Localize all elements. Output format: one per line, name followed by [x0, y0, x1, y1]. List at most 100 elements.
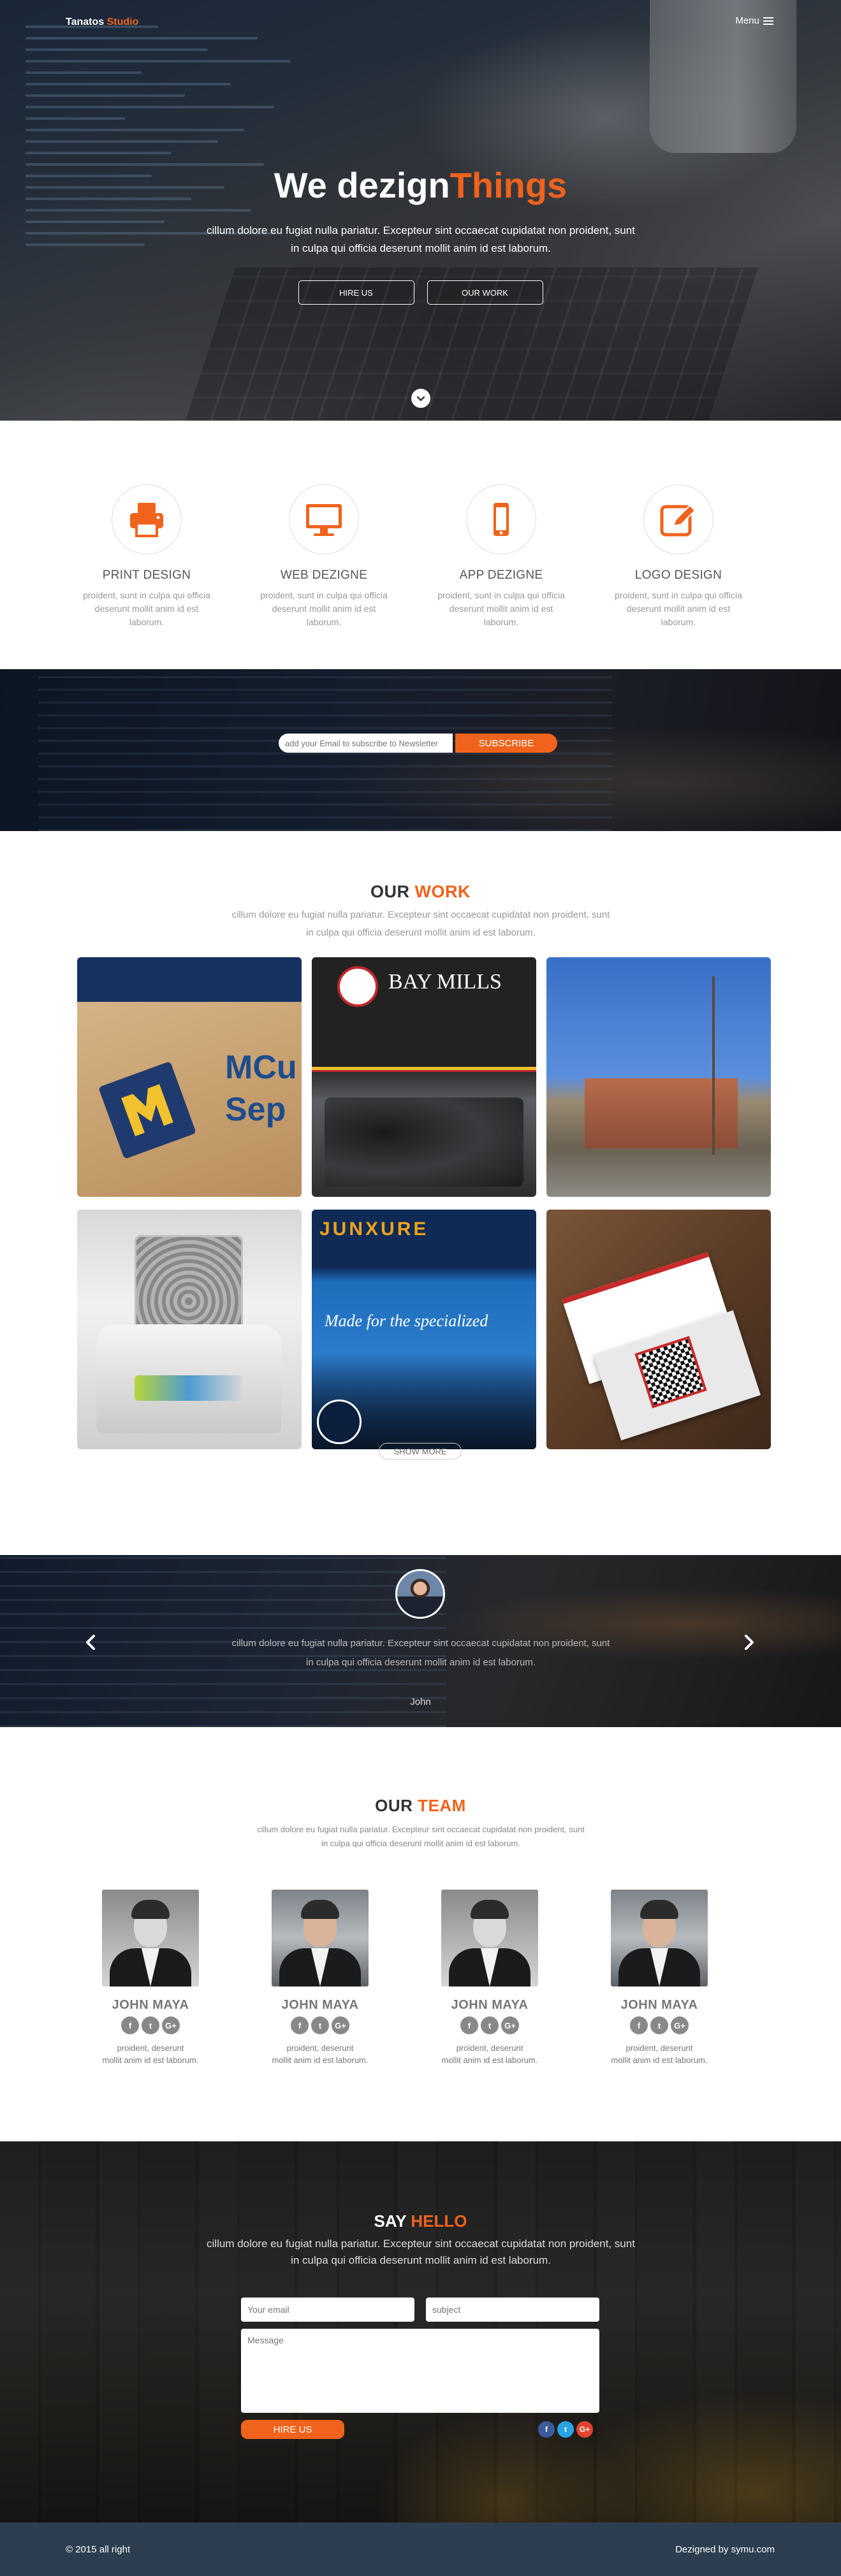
- portfolio-grid: MCu Sep BAY MILLS JUNXURE Made for the s…: [77, 957, 771, 1449]
- testimonial-author: John: [410, 1697, 431, 1707]
- section-title: OUR TEAM: [375, 1796, 466, 1815]
- mobile-icon: [494, 503, 509, 536]
- member-photo[interactable]: [272, 1890, 369, 1986]
- facebook-icon[interactable]: f: [121, 2016, 139, 2034]
- pencil-icon: [660, 504, 696, 537]
- credit-link[interactable]: Dezigned by symu.com: [675, 2544, 775, 2555]
- footer: © 2015 all right Dezigned by symu.com: [0, 2522, 841, 2576]
- message-field[interactable]: [241, 2329, 599, 2413]
- member-social-links: f t G+: [589, 2016, 729, 2034]
- service-title: PRINT DESIGN: [102, 568, 191, 582]
- member-name: JOHN MAYA: [281, 1998, 359, 2012]
- member-text: proident, deserunt mollit anim id est lab…: [611, 2043, 708, 2065]
- chevron-left-icon: [86, 1635, 95, 1650]
- twitter-icon[interactable]: t: [557, 2421, 574, 2438]
- google-plus-icon[interactable]: G+: [332, 2016, 349, 2034]
- hire-us-submit-button[interactable]: HIRE US: [241, 2420, 344, 2439]
- our-work-button[interactable]: OUR WORK: [427, 280, 543, 305]
- team-member: JOHN MAYA f t G+ proident, deserunt molli…: [589, 1890, 729, 2066]
- section-subtitle: cillum dolore eu fugiat nulla pariatur. …: [257, 1825, 585, 1848]
- portfolio-item-houses[interactable]: [546, 957, 771, 1197]
- chevron-down-icon: [416, 396, 425, 402]
- twitter-icon[interactable]: t: [311, 2016, 329, 2034]
- menu-button[interactable]: Menu: [735, 15, 773, 26]
- member-social-links: f t G+: [250, 2016, 390, 2034]
- section-title: SAY HELLO: [374, 2211, 467, 2231]
- subscribe-button[interactable]: SUBSCRIBE: [455, 734, 557, 753]
- member-name: JOHN MAYA: [451, 1998, 529, 2012]
- show-more-button[interactable]: SHOW MORE: [379, 1443, 462, 1459]
- section-title: OUR WORK: [370, 882, 471, 901]
- member-text: proident, deserunt mollit anim id est lab…: [272, 2043, 369, 2065]
- subject-field[interactable]: [426, 2297, 599, 2322]
- newsletter-email-input[interactable]: [279, 734, 453, 753]
- team-member: JOHN MAYA f t G+ proident, deserunt molli…: [80, 1890, 221, 2066]
- work-section: OUR WORK cillum dolore eu fugiat nulla p…: [0, 831, 841, 1555]
- printer-icon: [130, 503, 163, 537]
- hero-title: We dezignThings: [274, 165, 567, 205]
- google-plus-icon[interactable]: G+: [162, 2016, 180, 2034]
- service-logo-design: LOGO DESIGN proident, sunt in culpa qui …: [602, 484, 755, 629]
- team-section: OUR TEAM cillum dolore eu fugiat nulla p…: [0, 1727, 841, 2141]
- testimonial-section: cillum dolore eu fugiat nulla pariatur. …: [0, 1555, 841, 1727]
- newsletter-form: SUBSCRIBE: [279, 734, 557, 753]
- avatar: [395, 1569, 445, 1619]
- service-text: proident, sunt in culpa qui officia dese…: [437, 590, 565, 627]
- monitor-icon: [306, 504, 342, 536]
- hire-us-button[interactable]: HIRE US: [298, 280, 414, 305]
- contact-social-links: f t G+: [538, 2421, 593, 2438]
- team-member: JOHN MAYA f t G+ proident, deserunt molli…: [420, 1890, 560, 2066]
- member-name: JOHN MAYA: [620, 1998, 698, 2012]
- carousel-prev-button[interactable]: [82, 1633, 101, 1652]
- contact-text: cillum dolore eu fugiat nulla pariatur. …: [207, 2238, 635, 2266]
- portfolio-item-junxure[interactable]: JUNXURE Made for the specialized: [312, 1210, 536, 1449]
- twitter-icon[interactable]: t: [142, 2016, 159, 2034]
- chevron-right-icon: [745, 1635, 754, 1650]
- brand-logo[interactable]: Tanatos Studio: [66, 17, 138, 28]
- testimonial-text: cillum dolore eu fugiat nulla pariatur. …: [231, 1638, 610, 1668]
- member-photo[interactable]: [611, 1890, 708, 1986]
- service-text: proident, sunt in culpa qui officia dese…: [615, 590, 742, 627]
- hero-buttons: HIRE US OUR WORK: [0, 280, 841, 305]
- facebook-icon[interactable]: f: [291, 2016, 309, 2034]
- twitter-icon[interactable]: t: [481, 2016, 499, 2034]
- member-photo[interactable]: [102, 1890, 199, 1986]
- hero-section: Tanatos Studio Menu We dezignThings cill…: [0, 0, 841, 421]
- portfolio-item-scale[interactable]: [77, 1210, 302, 1449]
- newsletter-section: SUBSCRIBE: [0, 669, 841, 831]
- google-plus-icon[interactable]: G+: [576, 2421, 593, 2438]
- carousel-next-button[interactable]: [739, 1633, 758, 1652]
- member-social-links: f t G+: [80, 2016, 221, 2034]
- service-text: proident, sunt in culpa qui officia dese…: [260, 590, 388, 627]
- portfolio-item-mcubed[interactable]: MCu Sep: [77, 957, 302, 1197]
- google-plus-icon[interactable]: G+: [501, 2016, 519, 2034]
- service-title: LOGO DESIGN: [634, 568, 722, 582]
- member-photo[interactable]: [441, 1890, 538, 1986]
- member-social-links: f t G+: [420, 2016, 560, 2034]
- team-member: JOHN MAYA f t G+ proident, deserunt molli…: [250, 1890, 390, 2066]
- twitter-icon[interactable]: t: [650, 2016, 668, 2034]
- service-print-design: PRINT DESIGN proident, sunt in culpa qui…: [70, 484, 223, 629]
- copyright-text: © 2015 all right: [66, 2544, 131, 2555]
- service-app-design: APP DEZIGNE proident, sunt in culpa qui …: [425, 484, 578, 629]
- portfolio-item-business-cards[interactable]: [546, 1210, 771, 1449]
- member-name: JOHN MAYA: [112, 1998, 189, 2012]
- facebook-icon[interactable]: f: [630, 2016, 648, 2034]
- contact-section: SAY HELLO cillum dolore eu fugiat nulla …: [0, 2141, 841, 2522]
- service-web-design: WEB DEZIGNE proident, sunt in culpa qui …: [247, 484, 400, 629]
- hamburger-icon: [763, 17, 773, 25]
- member-text: proident, deserunt mollit anim id est lab…: [441, 2043, 538, 2065]
- facebook-icon[interactable]: f: [460, 2016, 478, 2034]
- hero-text: cillum dolore eu fugiat nulla pariatur. …: [207, 224, 635, 254]
- service-title: WEB DEZIGNE: [280, 568, 368, 582]
- portfolio-item-bay-mills[interactable]: BAY MILLS: [312, 957, 536, 1197]
- google-plus-icon[interactable]: G+: [671, 2016, 689, 2034]
- facebook-icon[interactable]: f: [538, 2421, 555, 2438]
- email-field[interactable]: [241, 2297, 414, 2322]
- services-section: PRINT DESIGN proident, sunt in culpa qui…: [0, 421, 841, 669]
- top-navbar: Tanatos Studio Menu: [0, 15, 841, 31]
- scroll-down-button[interactable]: [411, 389, 430, 408]
- member-text: proident, deserunt mollit anim id est lab…: [102, 2043, 199, 2065]
- service-text: proident, sunt in culpa qui officia dese…: [83, 590, 210, 627]
- section-subtitle: cillum dolore eu fugiat nulla pariatur. …: [231, 909, 610, 938]
